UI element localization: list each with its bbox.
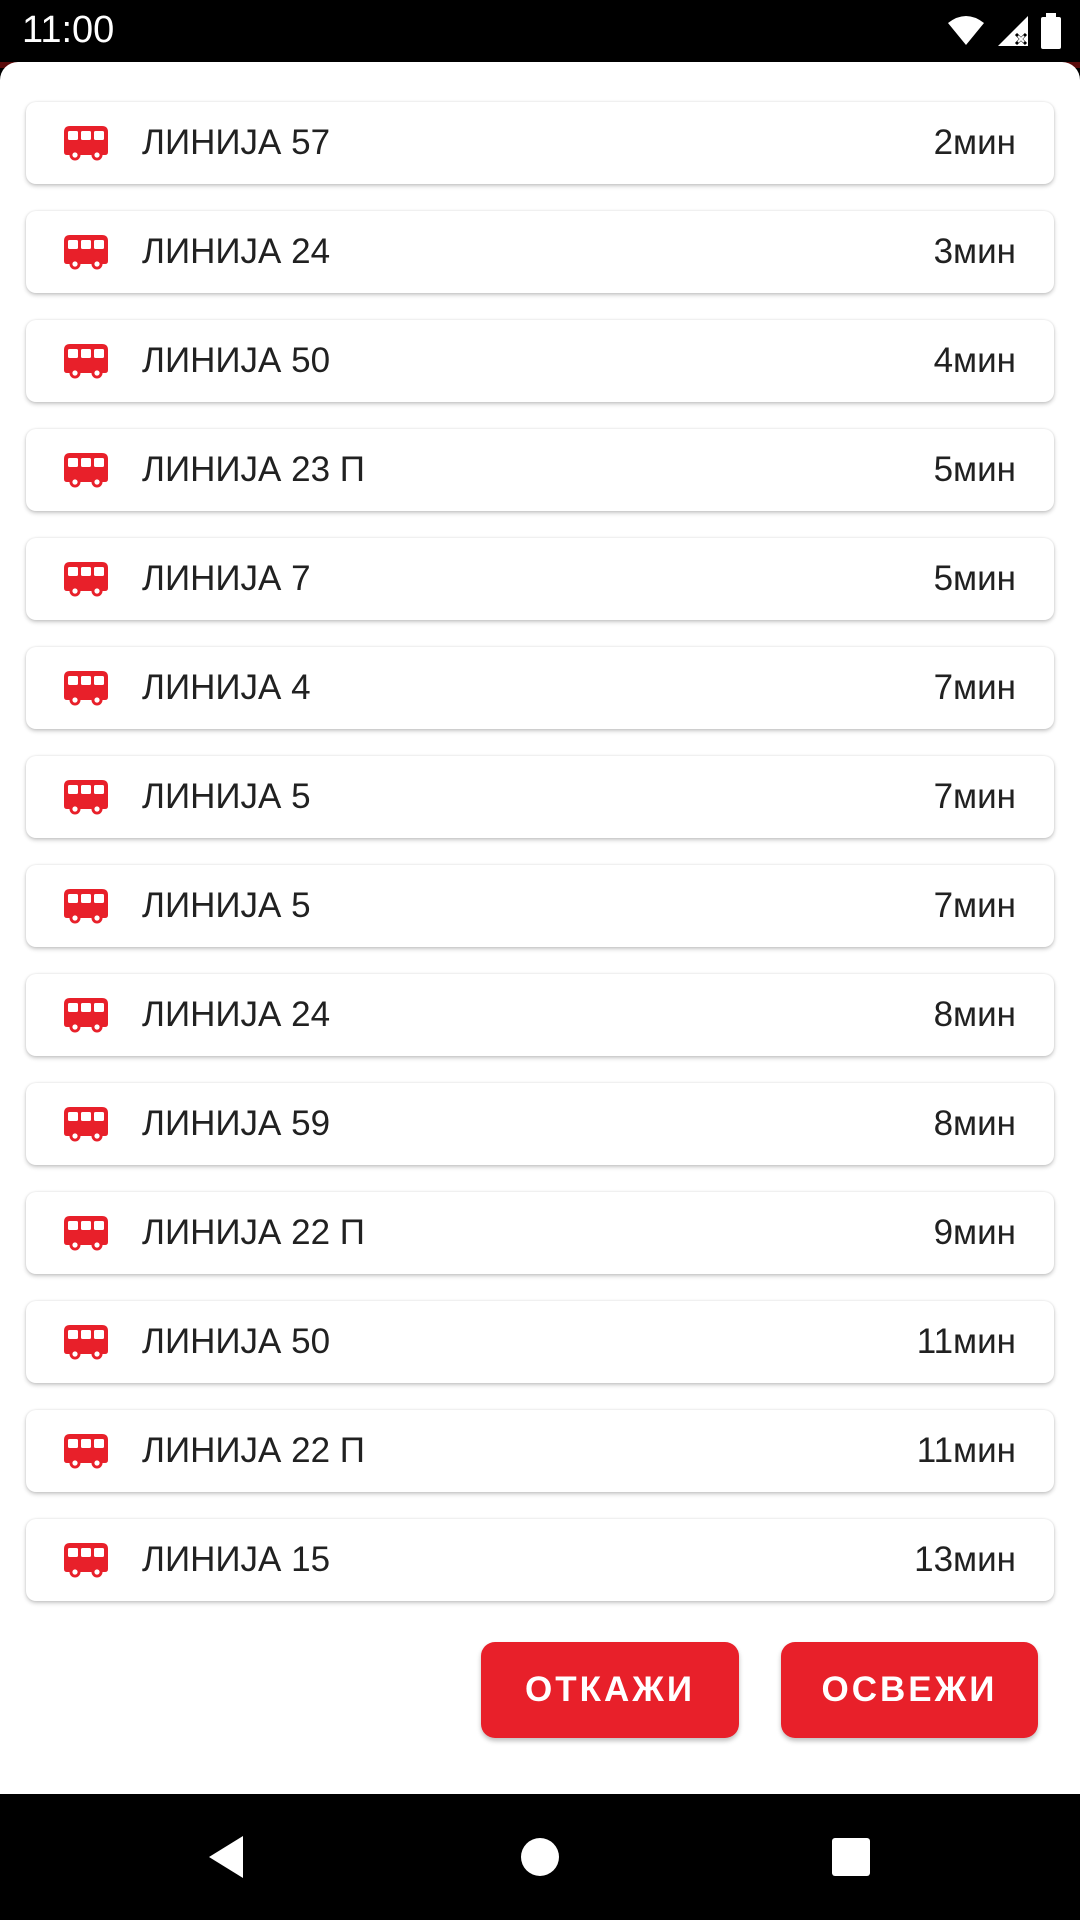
line-label: ЛИНИЈА 23 П: [142, 450, 365, 489]
status-icons: [946, 12, 1062, 50]
arrival-row[interactable]: ЛИНИЈА 24 8мин: [26, 974, 1054, 1056]
arrivals-dialog: ЛИНИЈА 57 2мин ЛИНИЈА 24 3мин ЛИНИЈА 50 4мин Л…: [0, 62, 1080, 1794]
arrival-row[interactable]: ЛИНИЈА 22 П 11мин: [26, 1410, 1054, 1492]
line-label: ЛИНИЈА 7: [142, 559, 311, 598]
bus-icon: [64, 780, 108, 815]
line-label: ЛИНИЈА 22 П: [142, 1213, 365, 1252]
refresh-button[interactable]: ОСВЕЖИ: [781, 1642, 1038, 1738]
bus-icon: [64, 889, 108, 924]
bus-icon: [64, 562, 108, 597]
bus-icon: [64, 1434, 108, 1469]
arrival-row[interactable]: ЛИНИЈА 50 4мин: [26, 320, 1054, 402]
eta-label: 5мин: [933, 559, 1016, 598]
arrival-row[interactable]: ЛИНИЈА 23 П 5мин: [26, 429, 1054, 511]
arrival-row[interactable]: ЛИНИЈА 5 7мин: [26, 756, 1054, 838]
wifi-icon: [948, 16, 984, 45]
arrival-row[interactable]: ЛИНИЈА 7 5мин: [26, 538, 1054, 620]
bus-icon: [64, 1216, 108, 1251]
eta-label: 9мин: [933, 1213, 1016, 1252]
arrival-row[interactable]: ЛИНИЈА 24 3мин: [26, 211, 1054, 293]
bus-icon: [64, 344, 108, 379]
line-label: ЛИНИЈА 24: [142, 232, 331, 271]
line-label: ЛИНИЈА 5: [142, 886, 311, 925]
arrival-row[interactable]: ЛИНИЈА 15 13мин: [26, 1519, 1054, 1601]
line-label: ЛИНИЈА 57: [142, 123, 331, 162]
bus-icon: [64, 1325, 108, 1360]
line-label: ЛИНИЈА 50: [142, 1322, 331, 1361]
eta-label: 7мин: [933, 668, 1016, 707]
navigation-bar: [0, 1794, 1080, 1920]
refresh-button-label: ОСВЕЖИ: [821, 1670, 998, 1709]
arrival-row[interactable]: ЛИНИЈА 57 2мин: [26, 102, 1054, 184]
eta-label: 2мин: [933, 123, 1016, 162]
arrival-row[interactable]: ЛИНИЈА 22 П 9мин: [26, 1192, 1054, 1274]
status-bar: 11:00: [0, 0, 1080, 62]
eta-label: 8мин: [933, 995, 1016, 1034]
line-label: ЛИНИЈА 15: [142, 1540, 331, 1579]
line-label: ЛИНИЈА 24: [142, 995, 331, 1034]
cancel-button-label: ОТКАЖИ: [524, 1670, 696, 1709]
arrival-row[interactable]: ЛИНИЈА 4 7мин: [26, 647, 1054, 729]
arrival-row[interactable]: ЛИНИЈА 59 8мин: [26, 1083, 1054, 1165]
bus-icon: [64, 671, 108, 706]
bus-icon: [64, 998, 108, 1033]
bus-icon: [64, 1543, 108, 1578]
line-label: ЛИНИЈА 59: [142, 1104, 331, 1143]
battery-icon: [1041, 13, 1061, 49]
eta-label: 11мин: [916, 1322, 1016, 1361]
recents-square-icon[interactable]: [828, 1834, 874, 1880]
line-label: ЛИНИЈА 22 П: [142, 1431, 365, 1470]
arrival-row[interactable]: ЛИНИЈА 50 11мин: [26, 1301, 1054, 1383]
eta-label: 7мин: [933, 777, 1016, 816]
bus-icon: [64, 453, 108, 488]
back-triangle-icon[interactable]: [205, 1834, 251, 1880]
bus-icon: [64, 126, 108, 161]
eta-label: 7мин: [933, 886, 1016, 925]
eta-label: 3мин: [933, 232, 1016, 271]
eta-label: 8мин: [933, 1104, 1016, 1143]
bus-icon: [64, 235, 108, 270]
signal-icon: [998, 16, 1028, 46]
cancel-button[interactable]: ОТКАЖИ: [481, 1642, 739, 1738]
home-circle-icon[interactable]: [517, 1834, 563, 1880]
line-label: ЛИНИЈА 5: [142, 777, 311, 816]
status-time: 11:00: [22, 9, 115, 51]
arrivals-list: ЛИНИЈА 57 2мин ЛИНИЈА 24 3мин ЛИНИЈА 50 4мин Л…: [26, 102, 1054, 1628]
eta-label: 5мин: [933, 450, 1016, 489]
line-label: ЛИНИЈА 4: [142, 668, 311, 707]
eta-label: 4мин: [933, 341, 1016, 380]
eta-label: 11мин: [916, 1431, 1016, 1470]
arrival-row[interactable]: ЛИНИЈА 5 7мин: [26, 865, 1054, 947]
eta-label: 13мин: [914, 1540, 1016, 1579]
bus-icon: [64, 1107, 108, 1142]
line-label: ЛИНИЈА 50: [142, 341, 331, 380]
